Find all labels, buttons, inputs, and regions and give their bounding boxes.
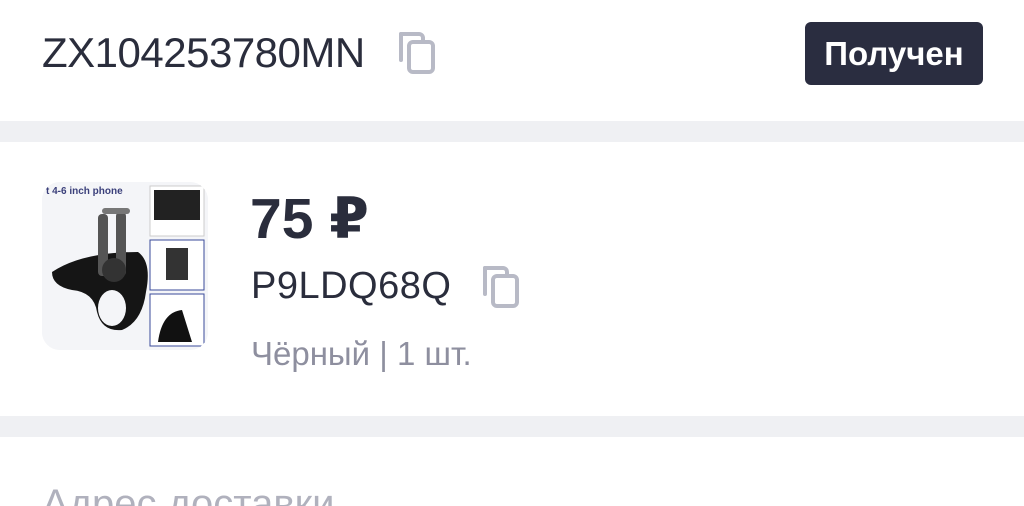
product-price: 75 ₽ xyxy=(250,187,369,251)
copy-icon[interactable] xyxy=(481,264,521,310)
product-variant: Чёрный | 1 шт. xyxy=(251,335,472,372)
copy-icon[interactable] xyxy=(397,30,437,76)
delivery-address-heading: Адрес доставки xyxy=(42,482,335,506)
tracking-number: ZX104253780MN xyxy=(42,29,365,76)
product-thumbnail[interactable]: t 4-6 inch phone xyxy=(42,182,208,350)
order-detail-screen: ZX104253780MN Получен t 4-6 inch phone 7… xyxy=(0,0,1024,506)
product-image-caption: t 4-6 inch phone xyxy=(46,186,123,197)
section-divider xyxy=(0,121,1024,142)
status-badge: Получен xyxy=(805,22,983,85)
product-sku: P9LDQ68Q xyxy=(251,265,452,307)
order-header: ZX104253780MN Получен xyxy=(0,0,1024,121)
section-divider xyxy=(0,416,1024,437)
